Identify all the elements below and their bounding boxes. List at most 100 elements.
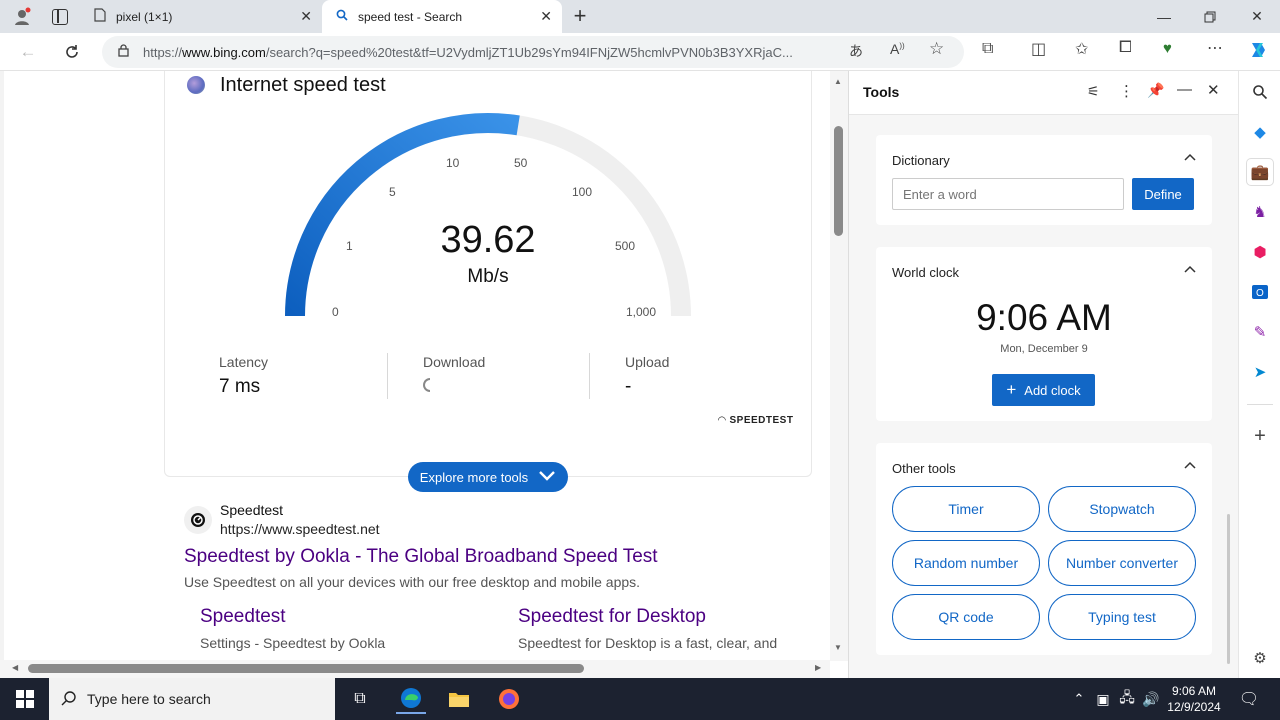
tools-title: Tools [863, 84, 900, 100]
scale-label: 5 [389, 185, 396, 199]
task-view-icon[interactable]: ⧉ [345, 684, 375, 714]
scroll-left-icon[interactable]: ◀ [12, 663, 18, 672]
close-panel-icon[interactable]: ✕ [1207, 81, 1220, 99]
tools-briefcase-icon[interactable]: 💼 [1247, 159, 1273, 185]
horizontal-scroll-thumb[interactable] [28, 664, 584, 673]
clock-date: Mon, December 9 [1000, 343, 1088, 355]
more-menu-icon[interactable]: ⋯ [1207, 38, 1223, 58]
tools-header: Tools ⚟ ⋮ 📌 — ✕ [849, 71, 1239, 115]
designer-icon[interactable]: ✎ [1247, 319, 1273, 345]
minimize-button[interactable]: — [1141, 0, 1187, 33]
microsoft-365-icon[interactable]: ⬢ [1247, 239, 1273, 265]
split-screen-icon[interactable]: ◫ [1031, 39, 1046, 59]
collapse-chevron-icon[interactable] [1184, 457, 1196, 472]
tab-speed-test[interactable]: speed test - Search ✕ [322, 0, 562, 33]
dictionary-title: Dictionary [892, 153, 950, 168]
latency-label: Latency [219, 354, 269, 370]
close-tab-icon[interactable]: ✕ [300, 8, 312, 25]
speed-gauge [285, 113, 691, 317]
random-number-button[interactable]: Random number [892, 540, 1040, 586]
firefox-icon[interactable] [494, 684, 524, 714]
number-converter-button[interactable]: Number converter [1048, 540, 1196, 586]
copilot-icon[interactable] [1247, 39, 1269, 64]
address-bar[interactable]: https://www.bing.com/search?q=speed%20te… [102, 36, 964, 68]
stopwatch-button[interactable]: Stopwatch [1048, 486, 1196, 532]
sidebar-divider [1247, 404, 1273, 405]
search-icon [61, 690, 77, 709]
tab-title: speed test - Search [358, 9, 463, 24]
file-explorer-icon[interactable] [444, 684, 474, 714]
chevron-down-icon [538, 470, 556, 485]
dictionary-input[interactable] [892, 178, 1124, 210]
collections-icon[interactable]: ⧠ [1119, 39, 1132, 57]
close-tab-icon[interactable]: ✕ [540, 8, 552, 25]
add-sidebar-app-icon[interactable]: + [1247, 423, 1273, 449]
extensions-icon[interactable]: ⧉ [982, 40, 993, 58]
tab-pixel[interactable]: pixel (1×1) ✕ [82, 0, 322, 33]
pin-icon[interactable]: 📌 [1147, 82, 1164, 99]
add-clock-button[interactable]: + Add clock [992, 374, 1095, 406]
page-icon [94, 8, 106, 25]
sublink-desktop-text: Speedtest for Desktop is a fast, clear, … [518, 635, 778, 651]
settings-sliders-icon[interactable]: ⚟ [1087, 83, 1100, 100]
sublink-speedtest[interactable]: Speedtest [200, 606, 286, 628]
explore-more-tools-button[interactable]: Explore more tools [408, 462, 568, 492]
new-tab-button[interactable]: + [568, 4, 592, 28]
speedtest-brand-icon: ◠ [718, 415, 727, 426]
close-window-button[interactable]: ✕ [1234, 0, 1280, 33]
taskbar-search-box[interactable]: Type here to search [49, 678, 335, 720]
svg-text:O: O [1256, 288, 1264, 299]
drop-icon[interactable]: ➤ [1247, 359, 1273, 385]
browser-essentials-icon[interactable]: ♥ [1163, 40, 1172, 57]
edge-taskbar-icon[interactable] [396, 684, 426, 714]
speedtest-brand-text: SPEEDTEST [729, 415, 794, 426]
taskbar-clock[interactable]: 9:06 AM 12/9/2024 [1164, 683, 1224, 715]
back-button[interactable]: ← [14, 39, 42, 65]
vertical-scroll-thumb[interactable] [834, 126, 843, 236]
more-options-icon[interactable]: ⋮ [1119, 82, 1134, 100]
volume-icon[interactable]: 🔊 [1136, 684, 1166, 714]
outlook-icon[interactable]: O [1247, 279, 1273, 305]
search-icon[interactable] [1247, 79, 1273, 105]
timer-button[interactable]: Timer [892, 486, 1040, 532]
site-url[interactable]: https://www.speedtest.net [220, 521, 380, 537]
notifications-icon[interactable]: 🗨 [1234, 684, 1264, 714]
profile-icon[interactable] [12, 7, 32, 27]
result-title-link[interactable]: Speedtest by Ookla - The Global Broadban… [184, 546, 658, 568]
dictionary-card: Dictionary Define [876, 135, 1212, 225]
collapse-chevron-icon[interactable] [1184, 149, 1196, 164]
read-aloud-icon[interactable]: A)) [890, 41, 905, 57]
minimize-panel-icon[interactable]: — [1177, 81, 1192, 98]
windows-taskbar: Type here to search ⧉ ⌃ ▣ 🖧 🔊 9:06 AM 12… [0, 678, 1280, 720]
shopping-tag-icon[interactable]: ◆ [1247, 119, 1273, 145]
tab-actions-icon[interactable] [52, 9, 68, 25]
sublink-desktop[interactable]: Speedtest for Desktop [518, 606, 706, 628]
sidebar-settings-icon[interactable]: ⚙ [1247, 645, 1273, 671]
scroll-down-icon[interactable]: ▼ [834, 643, 842, 652]
explore-label: Explore more tools [419, 469, 529, 485]
loading-spinner-icon [422, 377, 438, 398]
define-button[interactable]: Define [1132, 178, 1194, 210]
scale-label: 1 [346, 239, 353, 253]
qr-code-button[interactable]: QR code [892, 594, 1040, 640]
refresh-button[interactable] [58, 39, 86, 65]
lock-icon[interactable] [118, 44, 129, 60]
games-icon[interactable]: ♞ [1247, 199, 1273, 225]
windows-start-icon[interactable] [10, 684, 40, 714]
tab-bar: pixel (1×1) ✕ speed test - Search ✕ + — … [0, 0, 1280, 33]
stat-divider [387, 353, 388, 399]
scroll-right-icon[interactable]: ▶ [815, 663, 821, 672]
favorites-icon[interactable]: ✩ [1075, 39, 1088, 59]
favorite-star-icon[interactable]: ☆ [929, 39, 944, 59]
maximize-button[interactable] [1187, 0, 1233, 33]
panel-scrollbar[interactable] [1227, 514, 1230, 664]
typing-test-button[interactable]: Typing test [1048, 594, 1196, 640]
plus-icon: + [1006, 380, 1017, 399]
collapse-chevron-icon[interactable] [1184, 261, 1196, 276]
scroll-up-icon[interactable]: ▲ [834, 77, 842, 86]
translate-icon[interactable]: あ [849, 41, 863, 61]
add-clock-label: Add clock [1024, 382, 1081, 398]
page-content: Internet speed test 0 1 5 10 50 100 500 … [0, 71, 848, 678]
search-icon [336, 9, 348, 24]
taskbar-search-placeholder: Type here to search [87, 691, 211, 707]
